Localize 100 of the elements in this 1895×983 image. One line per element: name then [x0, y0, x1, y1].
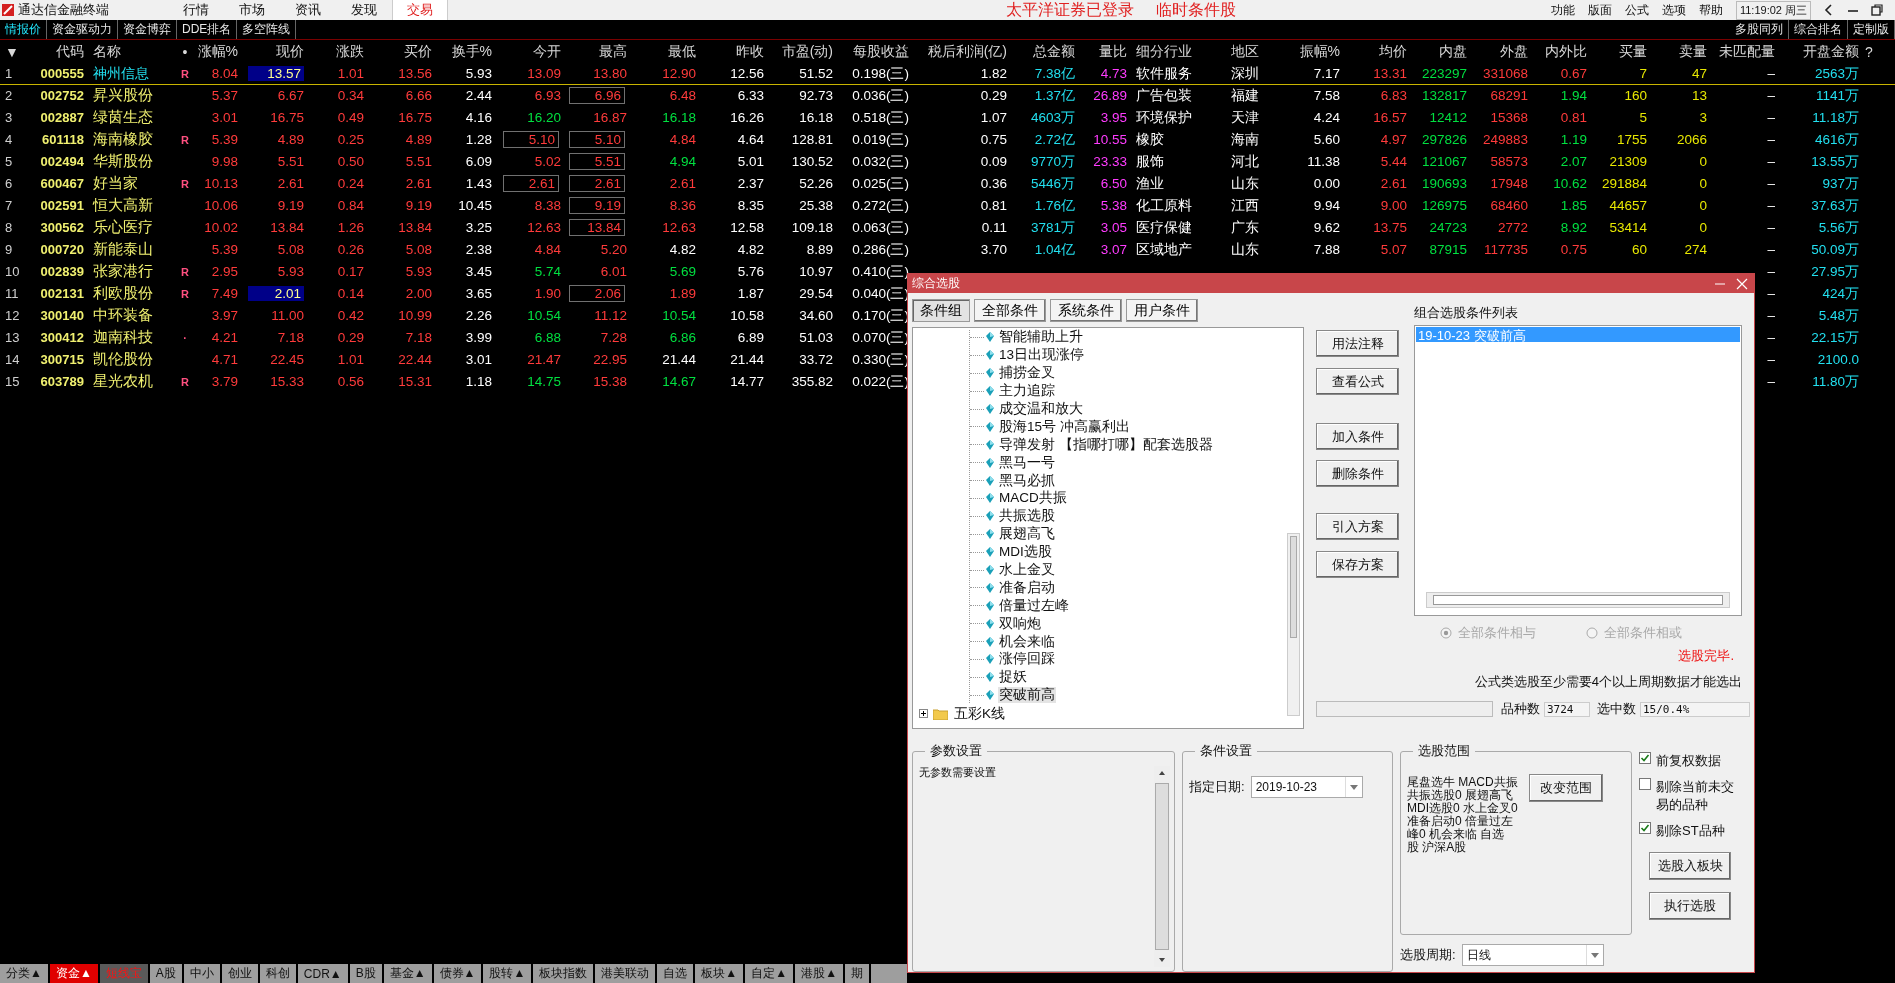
- tree-item[interactable]: 黑马必抓: [998, 472, 1056, 489]
- column-header[interactable]: 均价: [1379, 42, 1407, 61]
- tree-item[interactable]: 准备启动: [998, 579, 1056, 596]
- stock-name[interactable]: 神州信息: [93, 64, 149, 83]
- tree-item[interactable]: 捉妖: [998, 669, 1028, 686]
- tree-item[interactable]: 13日出现涨停: [998, 347, 1086, 364]
- column-header[interactable]: 现价: [276, 42, 304, 61]
- column-header[interactable]: 未匹配量: [1719, 42, 1775, 61]
- action-button[interactable]: 执行选股: [1649, 892, 1731, 920]
- tree-item[interactable]: 五彩K线: [953, 705, 1006, 722]
- menu-item[interactable]: 市场: [224, 0, 280, 20]
- view-formula-button[interactable]: 查看公式: [1316, 368, 1399, 395]
- market-tab[interactable]: 板块▲: [695, 964, 746, 983]
- market-tab[interactable]: 板块指数: [533, 964, 596, 983]
- tree-item[interactable]: 展翅高飞: [998, 526, 1056, 543]
- menu-item[interactable]: 发现: [336, 0, 392, 20]
- column-header[interactable]: 卖量: [1679, 42, 1707, 61]
- column-header[interactable]: 内盘: [1439, 42, 1467, 61]
- column-header[interactable]: 涨幅%: [197, 42, 238, 61]
- market-tab[interactable]: 债券▲: [433, 964, 484, 983]
- column-header[interactable]: 买量: [1619, 42, 1647, 61]
- column-header[interactable]: 外盘: [1500, 42, 1528, 61]
- change-range-button[interactable]: 改变范围: [1529, 774, 1603, 802]
- market-tab[interactable]: 资金▲: [49, 964, 100, 983]
- period-dropdown[interactable]: 日线: [1461, 944, 1604, 966]
- view-tab[interactable]: 资金博弈: [118, 20, 177, 39]
- column-header[interactable]: 涨跌: [336, 42, 364, 61]
- stock-name[interactable]: 绿茵生态: [93, 108, 153, 127]
- market-tab[interactable]: CDR▲: [297, 964, 350, 983]
- stock-name[interactable]: 迦南科技: [93, 328, 153, 347]
- menu-item[interactable]: 行情: [168, 0, 224, 20]
- menu-item[interactable]: 功能: [1544, 1, 1582, 19]
- column-header[interactable]: 昨收: [736, 42, 764, 61]
- view-tab[interactable]: 定制版: [1848, 20, 1895, 39]
- stock-name[interactable]: 海南橡胶: [93, 130, 153, 149]
- checkbox[interactable]: 剔除当前未交易的品种: [1639, 778, 1750, 814]
- column-header[interactable]: ▼: [5, 43, 19, 60]
- tab[interactable]: 用户条件: [1126, 299, 1198, 322]
- column-header[interactable]: 开盘金额: [1803, 42, 1859, 61]
- column-header[interactable]: •: [182, 43, 188, 60]
- stock-name[interactable]: 好当家: [93, 174, 138, 193]
- tree-item[interactable]: 突破前高: [998, 687, 1056, 704]
- view-tab[interactable]: DDE排名: [177, 20, 238, 39]
- tree-item[interactable]: 涨停回踩: [998, 651, 1056, 668]
- stock-name[interactable]: 新能泰山: [93, 240, 153, 259]
- expand-icon[interactable]: [919, 709, 928, 719]
- checkbox[interactable]: 剔除ST品种: [1639, 822, 1750, 840]
- menu-item[interactable]: 交易: [392, 0, 448, 20]
- tree-item[interactable]: 倍量过左峰: [998, 597, 1070, 614]
- market-tab[interactable]: 期: [845, 964, 872, 983]
- column-header[interactable]: 买价: [404, 42, 432, 61]
- date-dropdown[interactable]: 2019-10-23: [1250, 776, 1363, 798]
- column-header[interactable]: 最高: [599, 42, 627, 61]
- view-tab[interactable]: 资金驱动力: [47, 20, 118, 39]
- delete-condition-button[interactable]: 删除条件: [1316, 460, 1399, 487]
- tab[interactable]: 条件组: [912, 299, 970, 322]
- menu-item[interactable]: 帮助: [1692, 1, 1730, 19]
- close-icon[interactable]: [1736, 277, 1748, 290]
- tree-item[interactable]: 机会来临: [998, 633, 1056, 650]
- menu-item[interactable]: 资讯: [280, 0, 336, 20]
- market-tab[interactable]: 港美联动: [595, 964, 658, 983]
- column-header[interactable]: 税后利润(亿): [927, 42, 1007, 61]
- view-tab[interactable]: 情报价: [0, 20, 47, 39]
- tree-item[interactable]: 主力追踪: [998, 383, 1056, 400]
- action-button[interactable]: 选股入板块: [1649, 852, 1731, 880]
- stock-name[interactable]: 恒大高新: [93, 196, 153, 215]
- market-tab[interactable]: 股转▲: [483, 964, 534, 983]
- column-header[interactable]: 量比: [1099, 42, 1127, 61]
- stock-name[interactable]: 乐心医疗: [93, 218, 153, 237]
- tree-item[interactable]: MACD共振: [998, 490, 1068, 507]
- stock-name[interactable]: 中环装备: [93, 306, 153, 325]
- tree-item[interactable]: 水上金叉: [998, 562, 1056, 579]
- view-tab[interactable]: 综合排名: [1789, 20, 1848, 39]
- tab[interactable]: 系统条件: [1050, 299, 1122, 322]
- column-header[interactable]: 地区: [1231, 42, 1259, 61]
- checkbox-icon[interactable]: [1639, 778, 1651, 790]
- column-header[interactable]: 名称: [93, 42, 121, 61]
- help-marker[interactable]: ?: [1865, 43, 1873, 60]
- menu-item[interactable]: 版面: [1581, 1, 1619, 19]
- tree-item[interactable]: 双响炮: [998, 615, 1042, 632]
- tree-item[interactable]: 股海15号 冲高赢利出: [998, 418, 1131, 435]
- view-tab[interactable]: 多股同列: [1730, 20, 1789, 39]
- scrollbar[interactable]: [1287, 533, 1300, 716]
- import-plan-button[interactable]: 引入方案: [1316, 513, 1399, 540]
- view-tab[interactable]: 多空阵线: [237, 20, 297, 39]
- tree-item[interactable]: 黑马一号: [998, 454, 1056, 471]
- stock-name[interactable]: 星光农机: [93, 372, 153, 391]
- stock-name[interactable]: 利欧股份: [93, 284, 153, 303]
- usage-notes-button[interactable]: 用法注释: [1316, 330, 1399, 357]
- tree-item[interactable]: 捕捞金叉: [998, 365, 1056, 382]
- scroll-down-icon[interactable]: [1157, 956, 1167, 964]
- save-plan-button[interactable]: 保存方案: [1316, 551, 1399, 578]
- stock-name[interactable]: 张家港行: [93, 262, 153, 281]
- market-tab[interactable]: 自定▲: [745, 964, 796, 983]
- tree-item[interactable]: MDI选股: [998, 544, 1053, 561]
- tree-item[interactable]: 成交温和放大: [998, 401, 1084, 417]
- market-tab[interactable]: A股: [149, 964, 184, 983]
- market-tab[interactable]: 自选: [657, 964, 696, 983]
- column-header[interactable]: 总金额: [1033, 42, 1075, 61]
- column-header[interactable]: 换手%: [451, 42, 492, 61]
